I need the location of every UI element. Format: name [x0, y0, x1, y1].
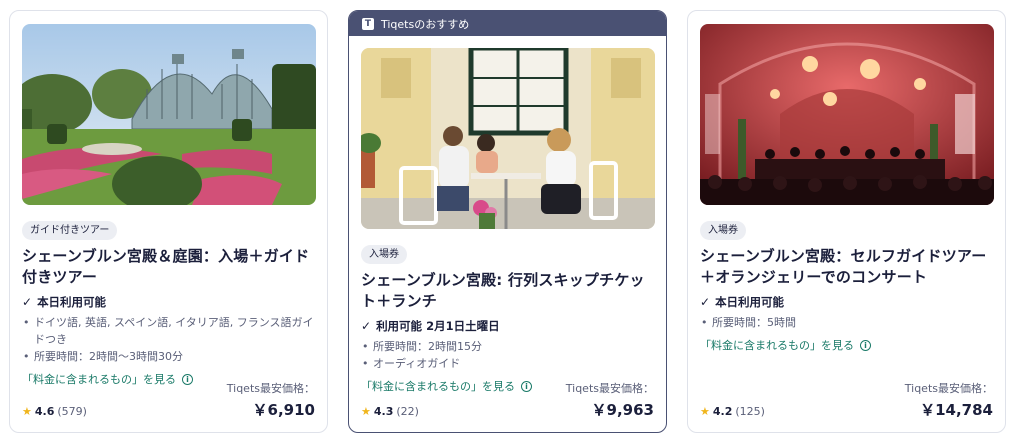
product-card[interactable]: ガイド付きツアー シェーンブルン宮殿＆庭園：入場＋ガイド付きツアー ✓ 本日利用… [9, 10, 328, 433]
review-count: (22) [396, 405, 419, 418]
orangery-concert-photo[interactable] [700, 24, 994, 205]
feature-list: 所要時間：2時間15分 オーディオガイド [361, 338, 654, 372]
star-icon: ★ [22, 405, 32, 418]
rating: ★ 4.2 (125) [700, 405, 765, 418]
check-icon: ✓ [22, 295, 33, 309]
feature-item: ドイツ語, 英語, スペイン語, イタリア語, フランス語ガイドつき [22, 314, 315, 348]
rating-score: 4.6 [34, 405, 55, 418]
availability: ✓ 本日利用可能 [22, 294, 315, 310]
star-icon: ★ [361, 405, 371, 418]
category-badge: ガイド付きツアー [22, 221, 118, 240]
category-badge: 入場券 [361, 245, 407, 264]
lunch-terrace-photo[interactable] [361, 48, 655, 229]
availability: ✓ 本日利用可能 [700, 294, 993, 310]
whats-included-label[interactable]: 「料金に含まれるもの」を見る [700, 337, 854, 353]
product-card[interactable]: 入場券 シェーンブルン宮殿：セルフガイドツアー＋オランジェリーでのコンサート ✓… [687, 10, 1006, 433]
info-icon[interactable]: i [860, 339, 871, 351]
review-count: (125) [735, 405, 765, 418]
availability-text: 利用可能 2月1日土曜日 [376, 319, 500, 333]
price: ￥9,963 [591, 401, 654, 419]
feature-item: オーディオガイド [361, 355, 654, 372]
product-title[interactable]: シェーンブルン宮殿：セルフガイドツアー＋オランジェリーでのコンサート [700, 246, 993, 288]
feature-item: 所要時間：5時間 [700, 314, 993, 331]
availability: ✓ 利用可能 2月1日土曜日 [361, 318, 654, 334]
recommend-banner-text: Tiqetsのおすすめ [381, 17, 470, 31]
product-card[interactable]: T Tiqetsのおすすめ 入場券 シェーンブルン宮殿: 行列スキップチケット＋… [348, 10, 667, 433]
price-label: Tiqets最安価格： [904, 382, 993, 395]
product-title[interactable]: シェーンブルン宮殿: 行列スキップチケット＋ランチ [361, 270, 654, 312]
price: ￥6,910 [252, 401, 315, 419]
rating-score: 4.3 [373, 405, 394, 418]
availability-text: 本日利用可能 [37, 295, 107, 309]
check-icon: ✓ [361, 319, 372, 333]
feature-item: 所要時間：2時間〜3時間30分 [22, 348, 315, 365]
feature-item: 所要時間：2時間15分 [361, 338, 654, 355]
product-title[interactable]: シェーンブルン宮殿＆庭園：入場＋ガイド付きツアー [22, 246, 315, 288]
recommend-banner: T Tiqetsのおすすめ [349, 11, 666, 36]
palm-house-garden-photo[interactable] [22, 24, 316, 205]
rating: ★ 4.3 (22) [361, 405, 419, 418]
rating-score: 4.2 [712, 405, 733, 418]
category-badge: 入場券 [700, 221, 746, 240]
price: ￥14,784 [920, 401, 993, 419]
tiqets-logo-icon: T [362, 17, 374, 30]
star-icon: ★ [700, 405, 710, 418]
check-icon: ✓ [700, 295, 711, 309]
review-count: (579) [57, 405, 87, 418]
price-label: Tiqets最安価格： [226, 382, 315, 395]
price-label: Tiqets最安価格： [565, 382, 654, 395]
feature-list: 所要時間：5時間 [700, 314, 993, 331]
availability-text: 本日利用可能 [715, 295, 785, 309]
rating: ★ 4.6 (579) [22, 405, 87, 418]
feature-list: ドイツ語, 英語, スペイン語, イタリア語, フランス語ガイドつき 所要時間：… [22, 314, 315, 365]
whats-included-link[interactable]: 「料金に含まれるもの」を見る i [700, 337, 993, 353]
